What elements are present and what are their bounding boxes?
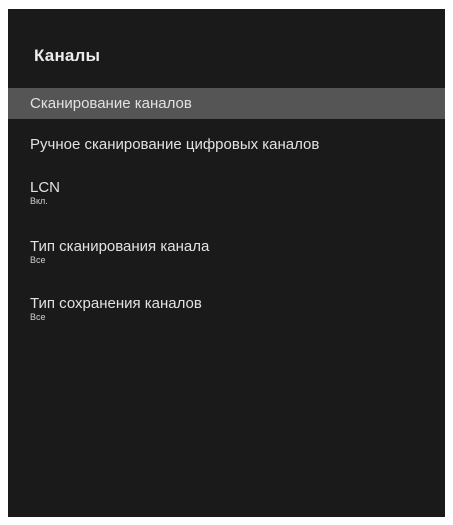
menu-item-label: LCN: [30, 179, 61, 196]
panel-title: Каналы: [34, 46, 101, 65]
menu-item-label: Тип сканирования канала: [30, 238, 210, 255]
menu-item-manual-digital-scan[interactable]: Ручное сканирование цифровых каналов: [8, 136, 445, 160]
menu-item-value: Вкл.: [30, 196, 48, 206]
menu-item-label: Сканирование каналов: [30, 95, 192, 112]
menu-item-label: Тип сохранения каналов: [30, 295, 202, 312]
channels-settings-panel: Каналы Сканирование каналов Ручное скани…: [8, 9, 445, 517]
menu-item-value: Все: [30, 255, 46, 265]
menu-item-channel-scan[interactable]: Сканирование каналов: [8, 88, 445, 119]
menu-item-channel-store-type[interactable]: Тип сохранения каналов Все: [8, 295, 445, 329]
menu-item-lcn[interactable]: LCN Вкл.: [8, 179, 445, 213]
menu-item-label: Ручное сканирование цифровых каналов: [30, 136, 320, 153]
menu-item-channel-scan-type[interactable]: Тип сканирования канала Все: [8, 238, 445, 272]
menu-item-value: Все: [30, 312, 46, 322]
